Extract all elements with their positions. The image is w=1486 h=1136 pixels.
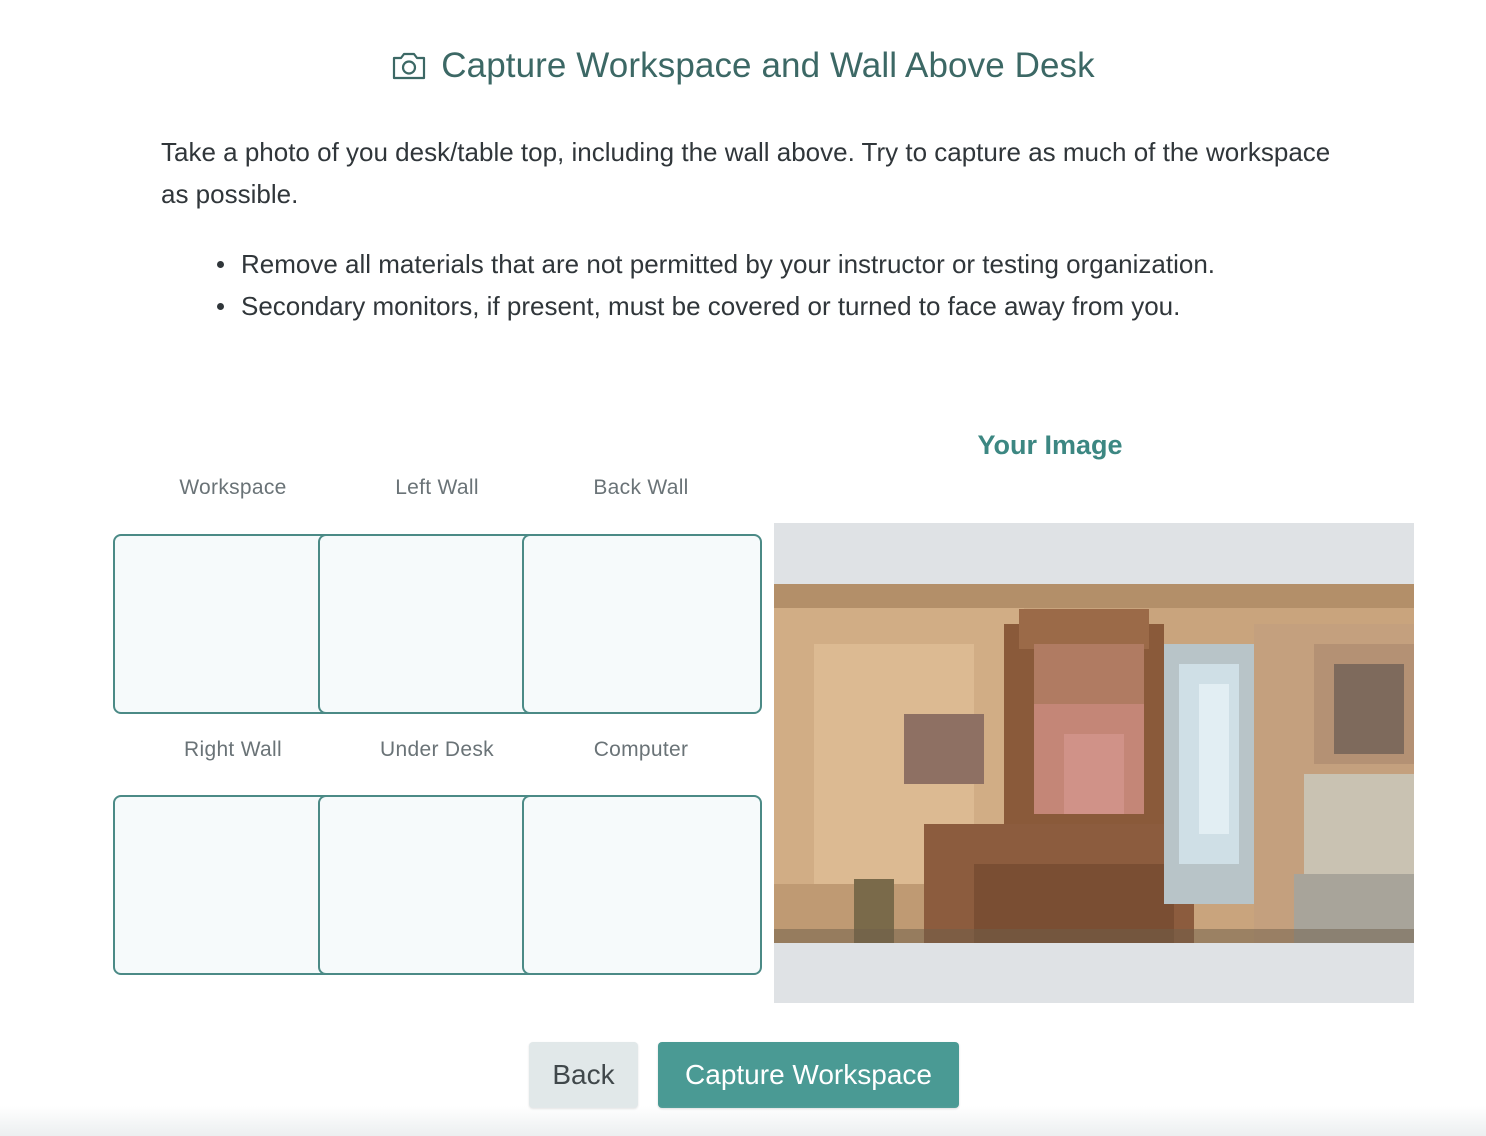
slot-label-right-wall: Right Wall: [184, 738, 282, 761]
capture-workspace-page: Capture Workspace and Wall Above Desk Ta…: [0, 0, 1486, 1136]
page-header: Capture Workspace and Wall Above Desk: [0, 46, 1486, 86]
your-image-title: Your Image: [977, 430, 1123, 460]
slot-label-workspace: Workspace: [179, 476, 287, 499]
slot-label-left-wall: Left Wall: [395, 476, 479, 499]
intro-text: Take a photo of you desk/table top, incl…: [161, 137, 1331, 209]
slot-label-back-wall: Back Wall: [593, 476, 689, 499]
camera-preview: [774, 523, 1414, 1003]
slot-label-computer: Computer: [593, 738, 689, 761]
slot-back-wall[interactable]: [522, 534, 762, 714]
capture-workspace-button[interactable]: Capture Workspace: [658, 1042, 959, 1108]
slot-right-wall[interactable]: [113, 795, 353, 975]
page-title: Capture Workspace and Wall Above Desk: [441, 46, 1095, 85]
camera-icon: [391, 51, 427, 81]
rule-item: Secondary monitors, if present, must be …: [217, 285, 1301, 327]
rule-item: Remove all materials that are not permit…: [217, 243, 1301, 285]
slot-workspace[interactable]: [113, 534, 353, 714]
back-button[interactable]: Back: [529, 1042, 638, 1108]
rules-list: Remove all materials that are not permit…: [217, 243, 1301, 327]
slot-computer[interactable]: [522, 795, 762, 975]
webcam-image: [774, 584, 1414, 943]
slot-label-under-desk: Under Desk: [380, 738, 494, 761]
